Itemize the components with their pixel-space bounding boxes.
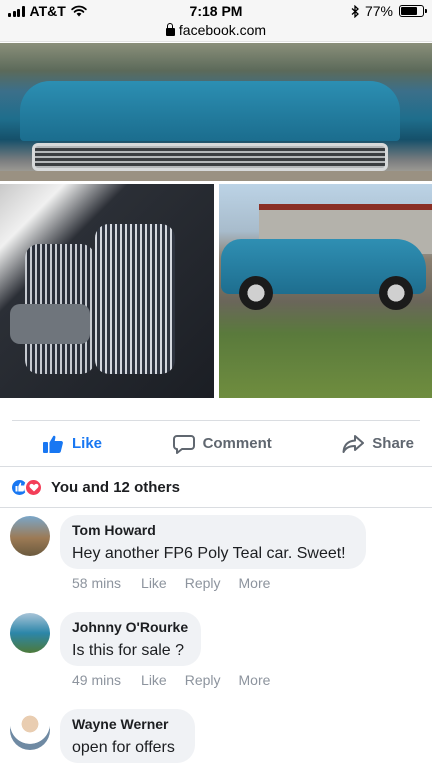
comment-label: Comment <box>202 435 272 452</box>
love-reaction-icon <box>24 477 43 497</box>
post-photo-side[interactable] <box>219 184 432 398</box>
comment-reply-link[interactable]: Reply <box>185 672 221 688</box>
comment-icon <box>172 434 195 454</box>
photo-ground <box>0 171 432 181</box>
comment-like-link[interactable]: Like <box>141 672 167 688</box>
battery-icon <box>399 5 427 17</box>
comment-time: 49 mins <box>72 672 122 688</box>
avatar[interactable] <box>10 710 50 750</box>
comment-more-link[interactable]: More <box>239 575 271 591</box>
bluetooth-icon <box>351 4 359 18</box>
avatar[interactable] <box>10 516 50 556</box>
photo-wheel-front <box>239 276 273 310</box>
address-bar[interactable]: facebook.com <box>0 22 432 42</box>
comment-text: Hey another FP6 Poly Teal car. Sweet! <box>72 545 346 562</box>
comment-author[interactable]: Johnny O'Rourke <box>72 619 189 636</box>
photo-wheel-rear <box>379 276 413 310</box>
photo-console <box>10 304 90 344</box>
status-right: 77% <box>351 3 427 19</box>
comment-meta: 58 mins Like Reply More <box>72 575 270 591</box>
share-label: Share <box>372 435 414 452</box>
comment-bubble[interactable]: Johnny O'Rourke Is this for sale ? <box>60 612 201 666</box>
share-icon <box>342 434 365 453</box>
comment-author[interactable]: Tom Howard <box>72 522 354 539</box>
comment-reply-link[interactable]: Reply <box>185 575 221 591</box>
post-photo-front[interactable] <box>0 43 432 181</box>
reaction-icons <box>10 477 43 497</box>
battery-fill <box>401 7 418 15</box>
status-bar: AT&T 7:18 PM 77% <box>0 0 432 22</box>
comment-bubble[interactable]: Tom Howard Hey another FP6 Poly Teal car… <box>60 515 366 569</box>
post-photo-interior[interactable] <box>0 184 214 398</box>
reactions-summary[interactable]: You and 12 others <box>0 466 432 508</box>
comment-more-link[interactable]: More <box>239 672 271 688</box>
photo-car-grille <box>32 143 388 171</box>
thumbs-up-icon <box>43 435 63 453</box>
like-button[interactable]: Like <box>42 434 102 454</box>
comment-button[interactable]: Comment <box>172 434 272 454</box>
comment-text: Is this for sale ? <box>72 642 185 659</box>
comment-meta: 49 mins Like Reply More <box>72 672 270 688</box>
comment-text: open for offers <box>72 739 175 756</box>
like-label: Like <box>72 435 103 452</box>
url-text: facebook.com <box>178 22 267 38</box>
post-action-bar: Like Comment Share <box>12 420 420 466</box>
battery-percent: 77% <box>364 3 393 19</box>
reactions-text: You and 12 others <box>51 478 180 496</box>
comment-time: 58 mins <box>72 575 122 591</box>
comment-bubble[interactable]: Wayne Werner open for offers <box>60 709 195 763</box>
avatar[interactable] <box>10 613 50 653</box>
photo-car-hood <box>20 81 400 141</box>
share-button[interactable]: Share <box>342 434 414 454</box>
photo-seat-front <box>95 224 175 374</box>
comment-author[interactable]: Wayne Werner <box>72 716 183 733</box>
lock-icon <box>165 23 175 36</box>
comment-like-link[interactable]: Like <box>141 575 167 591</box>
